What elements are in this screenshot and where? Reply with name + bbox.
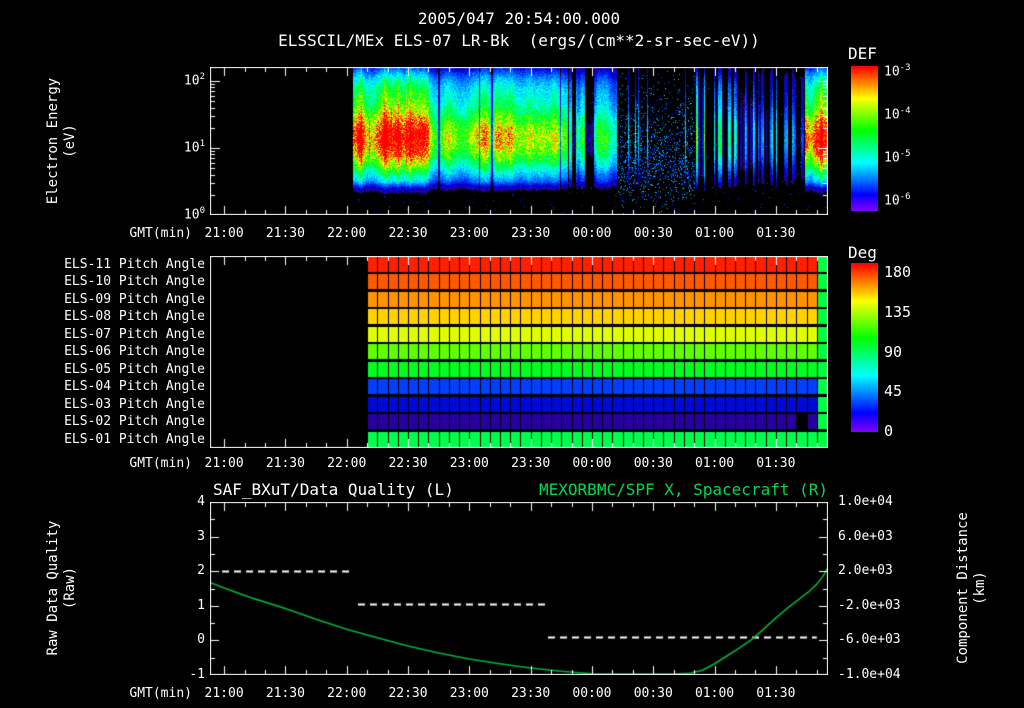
x-tick-label: 21:00 bbox=[204, 456, 244, 471]
component-distance-axis-label-line1: Component Distance bbox=[955, 512, 971, 664]
x-tick-label: 01:30 bbox=[756, 686, 796, 701]
x-tick-label: 00:30 bbox=[633, 686, 673, 701]
deg-colorbar-title: Deg bbox=[848, 243, 877, 262]
raw-quality-axis-label-line2: (Raw) bbox=[62, 566, 78, 610]
deg-colorbar-tick-label: 0 bbox=[884, 422, 894, 440]
deg-colorbar-tick-label: 45 bbox=[884, 382, 903, 401]
energy-tick-label: 101 bbox=[183, 139, 205, 156]
def-colorbar-title: DEF bbox=[848, 44, 877, 63]
pitch-row-label: ELS-05 Pitch Angle bbox=[64, 361, 205, 377]
x-tick-label: 23:30 bbox=[511, 456, 551, 471]
x-tick-label: 01:30 bbox=[756, 456, 796, 471]
distance-series-title: MEXORBMC/SPF X, Spacecraft (R) bbox=[539, 480, 828, 499]
component-distance-axis-label-line2: (km) bbox=[972, 571, 988, 605]
deg-colorbar-tick-label: 90 bbox=[884, 342, 903, 361]
distance-tick-label: 6.0e+03 bbox=[838, 528, 893, 544]
gmt-axis-label-middle: GMT(min) bbox=[129, 456, 192, 471]
x-tick-label: 01:00 bbox=[694, 226, 735, 241]
distance-tick-label: 1.0e+04 bbox=[838, 494, 893, 509]
energy-axis-label: Electron Energy (eV) bbox=[45, 51, 79, 231]
raw-quality-axis-label-line1: Raw Data Quality bbox=[45, 520, 61, 656]
distance-tick-label: 2.0e+03 bbox=[838, 563, 893, 579]
component-distance-axis-label: Component Distance (km) bbox=[955, 488, 989, 688]
distance-tick-label: -6.0e+03 bbox=[838, 632, 901, 648]
pitch-row-label: ELS-11 Pitch Angle bbox=[64, 257, 205, 272]
deg-colorbar-tick-label: 135 bbox=[884, 302, 912, 321]
timestamp-title: 2005/047 20:54:00.000 bbox=[417, 9, 621, 28]
x-tick-label: 23:30 bbox=[511, 686, 551, 701]
x-tick-label: 00:30 bbox=[633, 226, 673, 241]
energy-axis-label-line1: Electron Energy bbox=[45, 77, 61, 205]
distance-tick-label: -1.0e+04 bbox=[838, 667, 901, 682]
x-tick-label: 23:30 bbox=[511, 226, 551, 241]
x-tick-label: 01:00 bbox=[694, 686, 735, 701]
x-tick-label: 00:00 bbox=[572, 226, 612, 241]
deg-colorbar-tick-label: 180 bbox=[884, 263, 912, 281]
x-tick-label: 21:00 bbox=[204, 226, 244, 241]
def-colorbar-tick-label: 10-6 bbox=[884, 192, 911, 209]
x-tick-label: 00:30 bbox=[633, 456, 673, 471]
pitch-row-label: ELS-04 Pitch Angle bbox=[64, 379, 205, 395]
energy-tick-label: 100 bbox=[183, 206, 205, 223]
x-tick-label: 23:00 bbox=[449, 226, 489, 241]
energy-tick-label: 102 bbox=[183, 72, 205, 89]
x-tick-label: 22:30 bbox=[388, 226, 428, 241]
x-tick-label: 22:30 bbox=[388, 456, 428, 471]
plot-title: ELSSCIL/MEx ELS-07 LR-Bk (ergs/(cm**2-sr… bbox=[278, 31, 760, 50]
x-tick-label: 23:00 bbox=[449, 456, 489, 471]
x-tick-label: 21:00 bbox=[204, 686, 244, 701]
def-colorbar-canvas bbox=[851, 66, 878, 211]
x-tick-label: 00:00 bbox=[572, 686, 612, 701]
x-tick-label: 21:30 bbox=[265, 686, 305, 701]
pitch-row-label: ELS-06 Pitch Angle bbox=[64, 344, 205, 360]
quality-tick-label: 3 bbox=[197, 528, 205, 544]
pitch-row-label: ELS-10 Pitch Angle bbox=[64, 274, 205, 290]
pitch-row-label: ELS-09 Pitch Angle bbox=[64, 291, 205, 307]
quality-tick-label: 0 bbox=[197, 632, 205, 648]
deg-colorbar-canvas bbox=[851, 263, 878, 432]
pitch-row-label: ELS-03 Pitch Angle bbox=[64, 396, 205, 412]
x-tick-label: 21:30 bbox=[265, 226, 305, 241]
gmt-axis-label-top: GMT(min) bbox=[129, 226, 192, 241]
def-colorbar-tick-label: 10-4 bbox=[884, 106, 911, 123]
x-tick-label: 01:30 bbox=[756, 226, 796, 241]
quality-tick-label: 4 bbox=[197, 494, 205, 509]
x-tick-label: 21:30 bbox=[265, 456, 305, 471]
x-tick-label: 22:00 bbox=[327, 456, 367, 471]
quality-distance-canvas bbox=[210, 502, 828, 675]
electron-spectrogram-canvas bbox=[210, 67, 828, 215]
distance-tick-label: -2.0e+03 bbox=[838, 597, 901, 613]
pitch-row-label: ELS-01 Pitch Angle bbox=[64, 431, 205, 447]
pitch-row-label: ELS-08 Pitch Angle bbox=[64, 309, 205, 325]
x-tick-label: 00:00 bbox=[572, 456, 612, 471]
quality-tick-label: 1 bbox=[197, 597, 205, 613]
raw-quality-axis-label: Raw Data Quality (Raw) bbox=[45, 498, 79, 678]
quality-tick-label: -1 bbox=[189, 667, 205, 682]
x-tick-label: 23:00 bbox=[449, 686, 489, 701]
def-colorbar-tick-label: 10-3 bbox=[884, 63, 911, 80]
def-colorbar-tick-label: 10-5 bbox=[884, 149, 911, 166]
energy-axis-label-line2: (eV) bbox=[62, 124, 78, 158]
pitch-row-label: ELS-07 Pitch Angle bbox=[64, 326, 205, 342]
x-tick-label: 22:00 bbox=[327, 226, 367, 241]
x-tick-label: 01:00 bbox=[694, 456, 735, 471]
x-tick-label: 22:30 bbox=[388, 686, 428, 701]
plot-page: 2005/047 20:54:00.000 ELSSCIL/MEx ELS-07… bbox=[0, 0, 1024, 708]
quality-tick-label: 2 bbox=[197, 563, 205, 579]
gmt-axis-label-bottom: GMT(min) bbox=[129, 686, 192, 701]
x-tick-label: 22:00 bbox=[327, 686, 367, 701]
pitch-row-label: ELS-02 Pitch Angle bbox=[64, 414, 205, 430]
pitch-angle-canvas bbox=[210, 256, 828, 448]
